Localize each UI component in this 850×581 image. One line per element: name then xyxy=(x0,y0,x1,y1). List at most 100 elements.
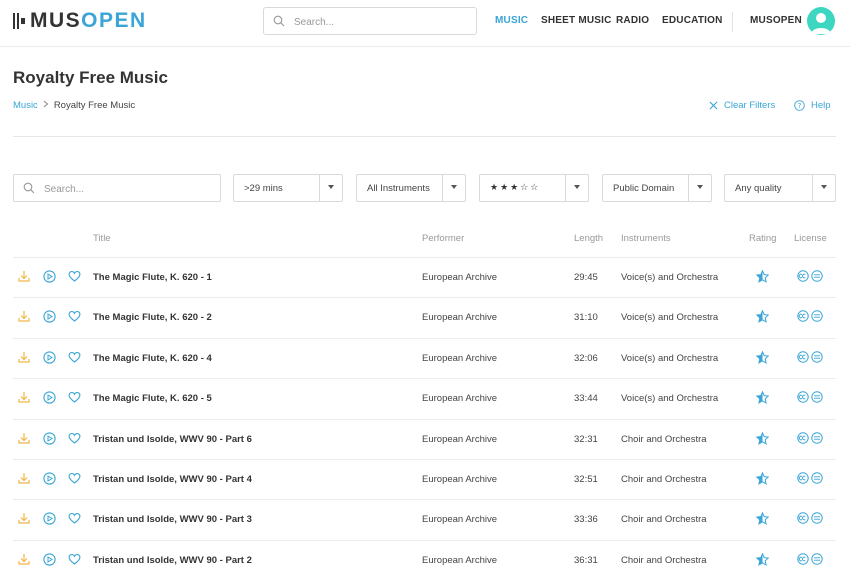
star-half-icon[interactable] xyxy=(756,552,769,566)
breadcrumb-music-link[interactable]: Music xyxy=(13,100,38,111)
download-icon[interactable] xyxy=(18,512,30,524)
star-half-icon[interactable] xyxy=(756,310,769,324)
filter-search-input[interactable] xyxy=(42,179,216,199)
length-select-value: >29 mins xyxy=(244,183,283,194)
track-length: 32:31 xyxy=(574,433,598,445)
track-instruments: Choir and Orchestra xyxy=(621,514,707,526)
public-domain-icon xyxy=(811,553,823,565)
track-performer[interactable]: European Archive xyxy=(422,474,497,485)
track-title[interactable]: The Magic Flute, K. 620 - 2 xyxy=(93,312,212,323)
star-half-icon[interactable] xyxy=(756,270,769,283)
star-half-icon[interactable] xyxy=(756,391,769,405)
track-title[interactable]: The Magic Flute, K. 620 - 4 xyxy=(93,353,212,364)
table-row[interactable]: Tristan und Isolde, WWV 90 - Part 2 Euro… xyxy=(13,539,836,581)
table-row[interactable]: Tristan und Isolde, WWV 90 - Part 3 Euro… xyxy=(13,499,836,540)
chevron-right-icon xyxy=(43,100,49,111)
track-length: 32:06 xyxy=(574,352,598,364)
play-icon[interactable] xyxy=(43,553,56,566)
column-header-performer[interactable]: Performer xyxy=(422,233,464,244)
avatar[interactable] xyxy=(807,7,835,35)
heart-icon[interactable] xyxy=(68,472,81,484)
creative-commons-icon xyxy=(797,512,809,525)
track-title[interactable]: Tristan und Isolde, WWV 90 - Part 2 xyxy=(93,555,252,566)
track-performer[interactable]: European Archive xyxy=(422,353,497,364)
play-icon[interactable] xyxy=(43,472,56,485)
star-half-icon[interactable] xyxy=(756,431,769,445)
column-header-instruments[interactable]: Instruments xyxy=(621,233,671,244)
track-title[interactable]: The Magic Flute, K. 620 - 1 xyxy=(93,272,212,283)
track-title[interactable]: The Magic Flute, K. 620 - 5 xyxy=(93,393,212,404)
header-search-box xyxy=(263,7,477,35)
heart-icon[interactable] xyxy=(68,310,81,323)
close-icon xyxy=(709,101,718,110)
track-performer[interactable]: European Archive xyxy=(422,434,497,445)
quality-select[interactable]: Any quality xyxy=(724,174,836,202)
nav-education[interactable]: EDUCATION xyxy=(662,15,723,26)
track-performer[interactable]: European Archive xyxy=(422,312,497,323)
track-instruments: Choir and Orchestra xyxy=(621,474,707,485)
table-row[interactable]: The Magic Flute, K. 620 - 5 European Arc… xyxy=(13,378,836,419)
nav-divider xyxy=(732,12,733,32)
length-select[interactable]: >29 mins xyxy=(233,174,343,202)
track-title[interactable]: Tristan und Isolde, WWV 90 - Part 4 xyxy=(93,474,252,485)
musopen-logo[interactable]: MUSOPEN xyxy=(13,9,147,33)
play-icon[interactable] xyxy=(43,270,56,283)
clear-filters-link[interactable]: Clear Filters xyxy=(709,100,775,111)
download-icon[interactable] xyxy=(18,472,30,484)
nav-sheet-music[interactable]: SHEET MUSIC xyxy=(541,15,612,26)
heart-icon[interactable] xyxy=(68,432,81,444)
heart-icon[interactable] xyxy=(68,512,81,525)
column-header-title[interactable]: Title xyxy=(93,233,111,244)
download-icon[interactable] xyxy=(18,270,30,282)
download-icon[interactable] xyxy=(18,351,30,363)
rating-select[interactable]: ★★★☆☆ xyxy=(479,174,589,202)
help-link[interactable]: ? Help xyxy=(794,100,831,111)
play-icon[interactable] xyxy=(43,310,56,324)
play-icon[interactable] xyxy=(43,391,56,404)
table-row[interactable]: The Magic Flute, K. 620 - 2 European Arc… xyxy=(13,297,836,338)
track-title[interactable]: Tristan und Isolde, WWV 90 - Part 6 xyxy=(93,434,252,445)
nav-radio[interactable]: RADIO xyxy=(616,15,649,26)
track-instruments: Voice(s) and Orchestra xyxy=(621,393,719,405)
caret-down-icon xyxy=(697,185,703,189)
heart-icon[interactable] xyxy=(68,553,81,565)
table-row[interactable]: The Magic Flute, K. 620 - 1 European Arc… xyxy=(13,257,836,298)
star-half-icon[interactable] xyxy=(756,512,769,526)
heart-icon[interactable] xyxy=(68,391,81,403)
heart-icon[interactable] xyxy=(68,351,81,363)
column-header-license[interactable]: License xyxy=(794,233,827,244)
instruments-select[interactable]: All Instruments xyxy=(356,174,466,202)
table-row[interactable]: Tristan und Isolde, WWV 90 - Part 6 Euro… xyxy=(13,418,836,460)
track-performer[interactable]: European Archive xyxy=(422,555,497,566)
header-search-input[interactable] xyxy=(292,12,466,32)
download-icon[interactable] xyxy=(18,553,30,565)
track-performer[interactable]: European Archive xyxy=(422,514,497,525)
license-select[interactable]: Public Domain xyxy=(602,174,712,202)
play-icon[interactable] xyxy=(43,351,56,364)
nav-music[interactable]: MUSIC xyxy=(495,15,528,26)
track-title[interactable]: Tristan und Isolde, WWV 90 - Part 3 xyxy=(93,514,252,525)
download-icon[interactable] xyxy=(18,391,30,403)
track-performer[interactable]: European Archive xyxy=(422,393,497,404)
column-header-rating[interactable]: Rating xyxy=(749,233,776,244)
table-row[interactable]: The Magic Flute, K. 620 - 4 European Arc… xyxy=(13,337,836,379)
svg-text:?: ? xyxy=(798,102,802,110)
play-icon[interactable] xyxy=(43,431,56,445)
help-label: Help xyxy=(811,100,831,111)
play-icon[interactable] xyxy=(43,512,56,526)
download-icon[interactable] xyxy=(18,432,30,444)
table-row[interactable]: Tristan und Isolde, WWV 90 - Part 4 Euro… xyxy=(13,459,836,500)
heart-icon[interactable] xyxy=(68,270,81,282)
logo-mark-icon xyxy=(13,11,27,31)
clear-filters-label: Clear Filters xyxy=(724,100,776,111)
account-name[interactable]: MUSOPEN xyxy=(750,15,802,26)
track-length: 29:45 xyxy=(574,272,598,283)
star-half-icon[interactable] xyxy=(756,472,769,485)
help-icon: ? xyxy=(794,100,805,111)
star-half-icon[interactable] xyxy=(756,350,769,364)
track-instruments: Choir and Orchestra xyxy=(621,433,707,445)
track-performer[interactable]: European Archive xyxy=(422,272,497,283)
breadcrumb-current: Royalty Free Music xyxy=(53,100,136,111)
download-icon[interactable] xyxy=(18,310,30,322)
column-header-length[interactable]: Length xyxy=(574,233,603,244)
